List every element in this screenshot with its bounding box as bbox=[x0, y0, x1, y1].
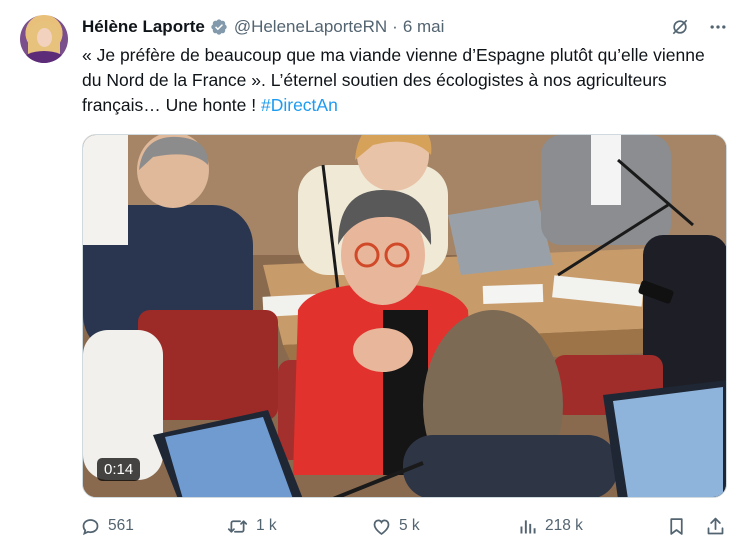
paper bbox=[482, 283, 544, 305]
reply-count: 561 bbox=[108, 517, 134, 534]
views-count: 218 k bbox=[545, 517, 583, 534]
tweet-top-actions bbox=[669, 16, 729, 38]
like-icon bbox=[373, 518, 390, 535]
person-far-left bbox=[83, 135, 128, 245]
retweet-count: 1 k bbox=[256, 517, 277, 534]
views-icon bbox=[520, 519, 536, 533]
bookmark-button[interactable] bbox=[666, 512, 694, 540]
person-right-shirt bbox=[591, 135, 621, 205]
video-frame bbox=[83, 135, 726, 497]
views-button[interactable]: 218 k bbox=[517, 512, 583, 540]
hashtag-link[interactable]: #DirectAn bbox=[261, 95, 338, 115]
speaker-hand bbox=[353, 328, 413, 372]
author-avatar[interactable] bbox=[20, 15, 68, 63]
grok-icon[interactable] bbox=[669, 16, 691, 38]
header-separator: · bbox=[392, 17, 398, 36]
tweet-time[interactable]: 6 mai bbox=[403, 17, 445, 37]
reply-icon bbox=[82, 518, 99, 535]
reply-button[interactable]: 561 bbox=[80, 512, 134, 540]
share-button[interactable] bbox=[705, 512, 733, 540]
tweet-video[interactable]: 0:14 bbox=[82, 134, 727, 498]
like-count: 5 k bbox=[399, 517, 420, 534]
more-icon[interactable] bbox=[707, 16, 729, 38]
avatar-face bbox=[37, 28, 52, 47]
tweet-actions: 561 1 k 5 k 218 k bbox=[80, 512, 730, 540]
retweet-button[interactable]: 1 k bbox=[226, 512, 277, 540]
laptop-screen-right bbox=[613, 387, 723, 497]
tweet-header: Hélène Laporte @HeleneLaporteRN · 6 mai bbox=[82, 16, 444, 38]
tweet-body: « Je préfère de beaucoup que ma viande v… bbox=[82, 45, 705, 115]
share-icon bbox=[707, 517, 724, 534]
foreground-person-body bbox=[403, 435, 618, 497]
author-name[interactable]: Hélène Laporte bbox=[82, 17, 205, 37]
video-duration: 0:14 bbox=[97, 458, 141, 481]
verified-badge-icon[interactable] bbox=[210, 18, 228, 36]
bookmark-icon bbox=[670, 517, 683, 535]
tweet-text: « Je préfère de beaucoup que ma viande v… bbox=[82, 43, 722, 118]
like-button[interactable]: 5 k bbox=[371, 512, 420, 540]
retweet-icon bbox=[227, 519, 248, 533]
author-handle[interactable]: @HeleneLaporteRN bbox=[234, 17, 387, 37]
